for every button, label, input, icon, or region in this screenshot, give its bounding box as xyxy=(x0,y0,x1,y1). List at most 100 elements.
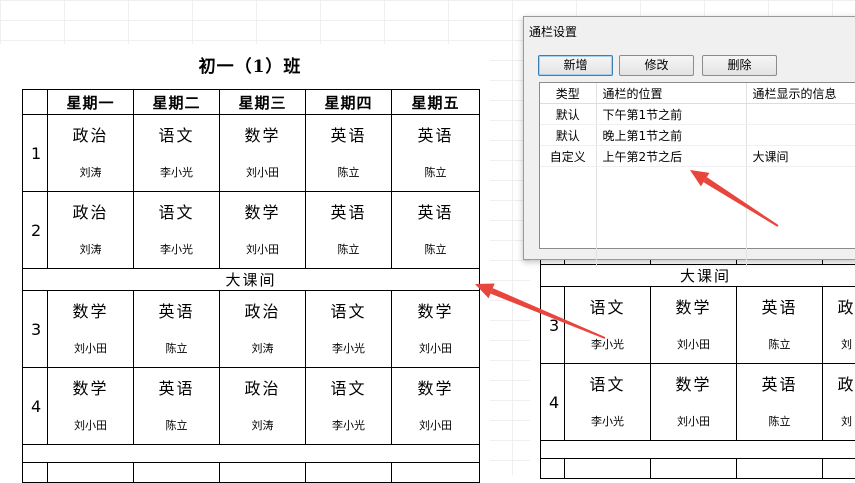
timetable-cell[interactable]: 政治刘涛 xyxy=(48,115,134,192)
timetable-cell[interactable]: 数学刘小田 xyxy=(220,115,306,192)
timetable-cell[interactable]: 语文李小光 xyxy=(134,192,220,269)
break-row[interactable]: 大课间 xyxy=(541,265,855,287)
subject: 英语 xyxy=(737,294,822,318)
timetable-cell[interactable]: 数学刘小田 xyxy=(48,291,134,368)
list-header-row: 类型 通栏的位置 通栏显示的信息 xyxy=(540,83,855,104)
subject: 数学 xyxy=(48,298,133,322)
teacher: 陈立 xyxy=(737,413,822,429)
break-label[interactable]: 大课间 xyxy=(23,269,480,291)
day-header[interactable]: 星期三 xyxy=(220,90,306,115)
list-row-empty xyxy=(540,207,855,227)
period-row: 2政治刘涛语文李小光数学刘小田英语陈立英语陈立 xyxy=(23,192,480,269)
period-number: 4 xyxy=(541,364,565,441)
partial-row xyxy=(23,463,480,483)
timetable-cell[interactable]: 政治刘涛 xyxy=(48,192,134,269)
timetable-cell[interactable]: 英语陈立 xyxy=(306,192,392,269)
list-row[interactable]: 默认下午第1节之前 xyxy=(540,104,855,125)
day-header[interactable]: 星期五 xyxy=(392,90,480,115)
period-row: 3数学刘小田英语陈立政治刘涛语文李小光数学刘小田 xyxy=(23,291,480,368)
teacher: 陈立 xyxy=(134,340,219,356)
timetable-cell[interactable]: 英语陈立 xyxy=(392,192,480,269)
row-type: 默认 xyxy=(540,104,596,125)
timetable-cell[interactable]: 英语陈立 xyxy=(134,368,220,445)
edit-button[interactable]: 修改 xyxy=(619,55,694,76)
period-number: 3 xyxy=(23,291,48,368)
timetable-cell[interactable]: 数学刘小田 xyxy=(392,291,480,368)
row-info: 大课间 xyxy=(746,146,855,167)
period-number: 1 xyxy=(23,115,48,192)
timetable-cell[interactable]: 语文李小光 xyxy=(306,291,392,368)
subject: 英语 xyxy=(134,375,219,399)
timetable-cell[interactable]: 语文李小光 xyxy=(134,115,220,192)
timetable-cell[interactable]: 语文李小光 xyxy=(565,364,651,441)
period-row: 4语文李小光数学刘小田英语陈立政刘 xyxy=(541,364,855,441)
subject: 英语 xyxy=(392,199,479,223)
timetable-cell[interactable]: 英语陈立 xyxy=(306,115,392,192)
partial-row xyxy=(541,459,855,479)
subject: 政治 xyxy=(220,375,305,399)
timetable-cell[interactable]: 数学刘小田 xyxy=(392,368,480,445)
teacher: 刘 xyxy=(823,413,855,429)
list-row-empty xyxy=(540,187,855,207)
teacher: 刘小田 xyxy=(392,417,479,433)
timetable-cell[interactable]: 政刘 xyxy=(823,364,855,441)
banner-settings-dialog: 通栏设置 新增 修改 删除 类型 通栏的位置 通栏显示的信息 默认下午第1节之前… xyxy=(523,16,855,260)
teacher: 李小光 xyxy=(306,417,391,433)
row-type: 自定义 xyxy=(540,146,596,167)
timetable-cell[interactable]: 语文李小光 xyxy=(565,287,651,364)
timetable-cell[interactable]: 政治刘涛 xyxy=(220,291,306,368)
break-label[interactable]: 大课间 xyxy=(541,265,855,287)
timetable-cell[interactable]: 数学刘小田 xyxy=(651,364,737,441)
subject: 数学 xyxy=(220,122,305,146)
timetable-cell[interactable]: 政刘 xyxy=(823,287,855,364)
subject: 政 xyxy=(823,294,855,318)
subject: 语文 xyxy=(306,298,391,322)
timetable-title: 初一（1）班 xyxy=(22,52,478,77)
period-row: 4数学刘小田英语陈立政治刘涛语文李小光数学刘小田 xyxy=(23,368,480,445)
subject: 数学 xyxy=(651,371,736,395)
banner-list[interactable]: 类型 通栏的位置 通栏显示的信息 默认下午第1节之前默认晚上第1节之前自定义上午… xyxy=(539,82,855,249)
teacher: 陈立 xyxy=(737,336,822,352)
teacher: 李小光 xyxy=(134,164,219,180)
column-header[interactable]: 类型 xyxy=(540,83,596,104)
teacher: 刘小田 xyxy=(651,336,736,352)
teacher: 刘 xyxy=(823,336,855,352)
subject: 政治 xyxy=(48,199,133,223)
timetable-cell[interactable]: 数学刘小田 xyxy=(220,192,306,269)
break-row[interactable]: 大课间 xyxy=(23,269,480,291)
teacher: 陈立 xyxy=(392,241,479,257)
timetable-cell[interactable]: 政治刘涛 xyxy=(220,368,306,445)
timetable-cell[interactable]: 数学刘小田 xyxy=(48,368,134,445)
row-position: 下午第1节之前 xyxy=(596,104,746,125)
day-header[interactable]: 星期二 xyxy=(134,90,220,115)
period-number: 2 xyxy=(23,192,48,269)
timetable-right: 大课间 3语文李小光数学刘小田英语陈立政刘4语文李小光数学刘小田英语陈立政刘 xyxy=(540,246,855,479)
empty-row xyxy=(23,445,480,463)
timetable-cell[interactable]: 英语陈立 xyxy=(134,291,220,368)
day-header[interactable]: 星期四 xyxy=(306,90,392,115)
timetable-cell[interactable]: 语文李小光 xyxy=(306,368,392,445)
row-info xyxy=(746,125,855,146)
timetable-cell[interactable]: 数学刘小田 xyxy=(651,287,737,364)
dialog-title: 通栏设置 xyxy=(529,23,577,40)
subject: 政治 xyxy=(48,122,133,146)
subject: 政治 xyxy=(220,298,305,322)
day-header[interactable]: 星期一 xyxy=(48,90,134,115)
teacher: 陈立 xyxy=(306,164,391,180)
new-button[interactable]: 新增 xyxy=(538,55,613,76)
teacher: 刘涛 xyxy=(48,164,133,180)
period-row: 3语文李小光数学刘小田英语陈立政刘 xyxy=(541,287,855,364)
delete-button[interactable]: 删除 xyxy=(702,55,777,76)
timetable-cell[interactable]: 英语陈立 xyxy=(392,115,480,192)
period-row: 1政治刘涛语文李小光数学刘小田英语陈立英语陈立 xyxy=(23,115,480,192)
list-row[interactable]: 默认晚上第1节之前 xyxy=(540,125,855,146)
column-header[interactable]: 通栏的位置 xyxy=(596,83,746,104)
subject: 语文 xyxy=(565,371,650,395)
subject: 数学 xyxy=(651,294,736,318)
list-row[interactable]: 自定义上午第2节之后大课间 xyxy=(540,146,855,167)
row-position: 上午第2节之后 xyxy=(596,146,746,167)
timetable-cell[interactable]: 英语陈立 xyxy=(737,287,823,364)
teacher: 刘小田 xyxy=(48,417,133,433)
timetable-cell[interactable]: 英语陈立 xyxy=(737,364,823,441)
column-header[interactable]: 通栏显示的信息 xyxy=(746,83,855,104)
